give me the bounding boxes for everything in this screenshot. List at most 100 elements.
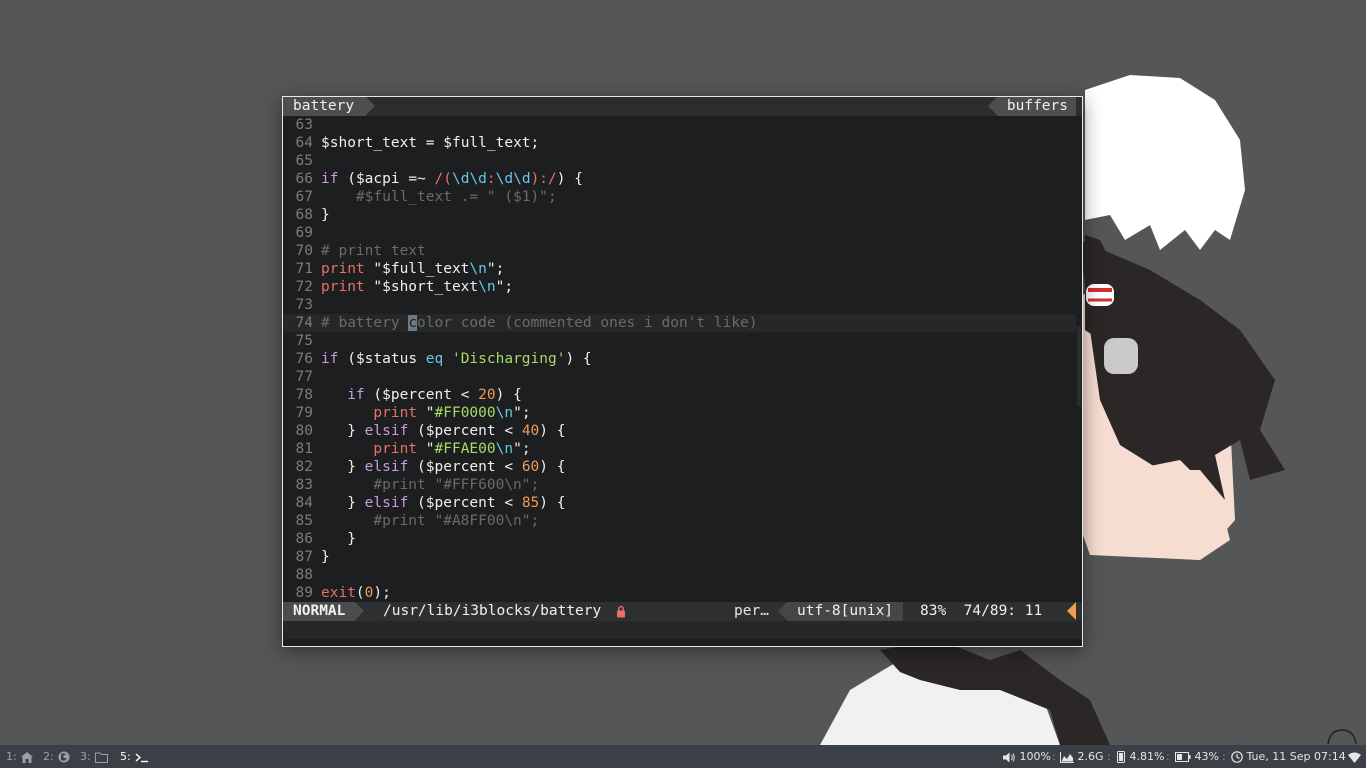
- firefox-icon: [58, 750, 70, 763]
- code-token: \n: [495, 441, 514, 457]
- code-line[interactable]: 67 #$full_text .= " ($1)";: [283, 188, 1082, 206]
- wifi-icon[interactable]: [1348, 745, 1361, 768]
- buffer-tab-battery[interactable]: battery: [283, 97, 376, 116]
- code-token: (: [355, 585, 365, 601]
- code-line[interactable]: 89 exit(0);: [283, 584, 1082, 602]
- home-icon: [20, 750, 33, 763]
- cpu-value: 4.81%: [1129, 750, 1165, 763]
- code-token: ) {: [495, 387, 522, 403]
- separator: :: [1222, 750, 1226, 763]
- code-line[interactable]: 77: [283, 368, 1082, 386]
- line-number: 64: [295, 135, 313, 151]
- code-line[interactable]: 72 print "$short_text\n";: [283, 278, 1082, 296]
- code-line[interactable]: 82 } elsif ($percent < 60) {: [283, 458, 1082, 476]
- code-token: ": [417, 441, 435, 457]
- filetype: per…: [734, 603, 769, 619]
- battery-value: 43%: [1194, 750, 1219, 763]
- line-number: 66: [295, 171, 313, 187]
- battery-icon: [1175, 750, 1191, 763]
- scrollbar[interactable]: [1076, 116, 1082, 602]
- code-line[interactable]: 64 $short_text = $full_text;: [283, 134, 1082, 152]
- line-number: 73: [295, 297, 313, 313]
- clock-icon: [1231, 750, 1243, 763]
- code-line[interactable]: 80 } elsif ($percent < 40) {: [283, 422, 1082, 440]
- speaker-icon: [1003, 750, 1016, 763]
- code-token: 85: [521, 495, 540, 511]
- code-token: \n: [469, 261, 487, 277]
- line-number: 67: [295, 189, 313, 205]
- code-token: $full_text: [443, 135, 531, 151]
- code-token: elsif: [364, 495, 409, 511]
- code-area[interactable]: 63 64 $short_text = $full_text; 65 66 if ($ac…: [283, 116, 1082, 602]
- workspace-5[interactable]: 5:: [120, 745, 149, 768]
- workspace-2[interactable]: 2:: [43, 745, 70, 768]
- code-line[interactable]: 65: [283, 152, 1082, 170]
- code-token: ):/: [530, 171, 557, 187]
- workspace-number: 1:: [6, 750, 17, 763]
- workspace-number: 5:: [120, 750, 131, 763]
- code-token: ) {: [539, 423, 566, 439]
- code-line[interactable]: 81 print "#FFAE00\n";: [283, 440, 1082, 458]
- code-line[interactable]: 63: [283, 116, 1082, 134]
- line-number: 72: [295, 279, 313, 295]
- code-token: ($percent <: [408, 423, 522, 439]
- separator: :: [1166, 750, 1170, 763]
- code-token: }: [321, 549, 330, 565]
- battery-status: 43%: [1175, 745, 1219, 768]
- command-line[interactable]: [283, 621, 1082, 639]
- code-token: elsif: [364, 459, 409, 475]
- code-line[interactable]: 71 print "$full_text\n";: [283, 260, 1082, 278]
- line-number: 85: [295, 513, 313, 529]
- code-token: (: [338, 171, 356, 187]
- code-token: );: [373, 585, 391, 601]
- line-number: 69: [295, 225, 313, 241]
- line-number: 82: [295, 459, 313, 475]
- code-token: \n: [495, 405, 514, 421]
- line-number: 76: [295, 351, 313, 367]
- code-token: }: [321, 495, 365, 511]
- code-line[interactable]: 70 # print text: [283, 242, 1082, 260]
- code-line[interactable]: 75: [283, 332, 1082, 350]
- workspace-3[interactable]: 3:: [80, 745, 108, 768]
- code-line[interactable]: 83 #print "#FFF600\n";: [283, 476, 1082, 494]
- code-line[interactable]: 86 }: [283, 530, 1082, 548]
- line-number: 87: [295, 549, 313, 565]
- code-line[interactable]: 78 if ($percent < 20) {: [283, 386, 1082, 404]
- code-token: ($percent <: [364, 387, 479, 403]
- volume-status[interactable]: 100%: [1003, 745, 1051, 768]
- code-token: exit: [321, 585, 356, 601]
- scrollbar-thumb[interactable]: [1077, 326, 1081, 406]
- code-line[interactable]: 73: [283, 296, 1082, 314]
- code-line[interactable]: 85 #print "#A8FF00\n";: [283, 512, 1082, 530]
- mode-indicator: NORMAL: [283, 602, 365, 621]
- code-token: ) {: [565, 351, 592, 367]
- line-number: 77: [295, 369, 313, 385]
- code-line[interactable]: 76 if ($status eq 'Discharging') {: [283, 350, 1082, 368]
- line-number: 75: [295, 333, 313, 349]
- code-line[interactable]: 68}: [283, 206, 1082, 224]
- code-token: $acpi: [355, 171, 400, 187]
- line-number: 81: [295, 441, 313, 457]
- line-number: 83: [295, 477, 313, 493]
- code-line[interactable]: 69: [283, 224, 1082, 242]
- terminal-icon: [135, 750, 149, 763]
- line-number: 86: [295, 531, 313, 547]
- code-line[interactable]: 74 # battery color code (commented ones i…: [283, 314, 1082, 332]
- code-token: /(: [434, 171, 452, 187]
- code-token: }: [321, 207, 330, 223]
- code-line[interactable]: 87}: [283, 548, 1082, 566]
- code-token: # battery: [321, 315, 409, 331]
- lock-icon: [607, 603, 626, 619]
- code-line[interactable]: 66 if ($acpi =~ /(\d\d:\d\d):/) {: [283, 170, 1082, 188]
- code-token: =: [417, 135, 444, 151]
- code-line[interactable]: 84 } elsif ($percent < 85) {: [283, 494, 1082, 512]
- code-line[interactable]: 79 print "#FF0000\n";: [283, 404, 1082, 422]
- status-line: NORMAL /usr/lib/i3blocks/battery per… ut…: [283, 602, 1082, 621]
- code-line[interactable]: 88: [283, 566, 1082, 584]
- code-token: =~: [399, 171, 435, 187]
- datetime-status[interactable]: Tue, 11 Sep 07:14: [1231, 745, 1346, 768]
- terminal-window[interactable]: battery buffers 63 64 $short_text = $full_…: [282, 96, 1083, 647]
- workspace-1[interactable]: 1:: [6, 745, 33, 768]
